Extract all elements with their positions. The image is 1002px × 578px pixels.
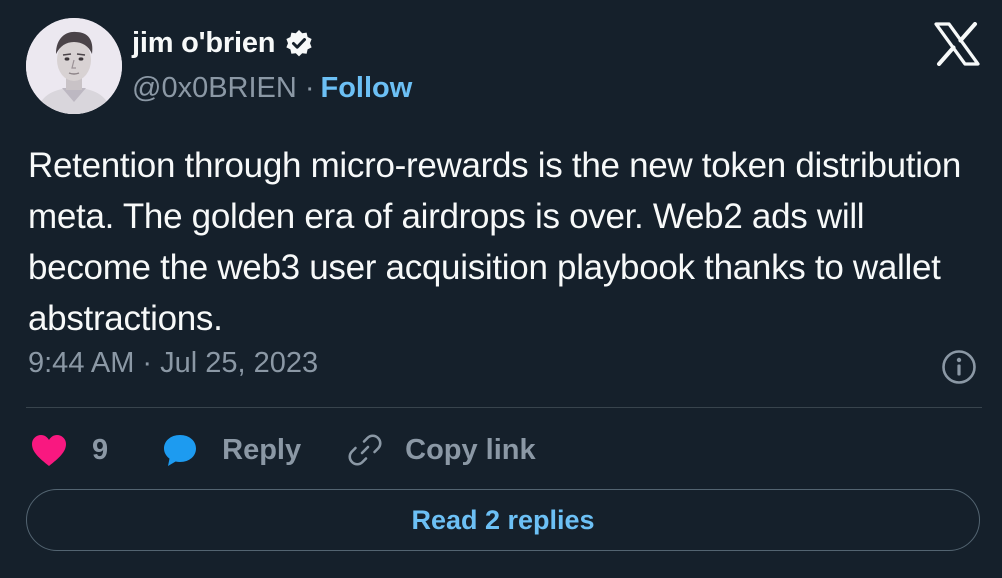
avatar[interactable] [26, 18, 122, 114]
tweet-card: jim o'brien @0x0BRIEN · Follow Retention… [0, 0, 1002, 578]
x-logo-icon[interactable] [934, 22, 980, 66]
verified-badge-icon [283, 28, 315, 60]
read-replies-label: Read 2 replies [411, 504, 595, 535]
heart-icon [32, 435, 66, 466]
tweet-text: Retention through micro-rewards is the n… [28, 146, 962, 338]
timestamp-separator: · [142, 347, 153, 379]
author-name-row: jim o'brien [132, 27, 315, 60]
tweet-actions: 9 Reply Copy link [30, 428, 536, 472]
link-icon [348, 434, 382, 466]
copy-link-button[interactable]: Copy link [347, 432, 536, 468]
like-button[interactable]: 9 [30, 433, 108, 467]
copy-link-label: Copy link [405, 433, 536, 466]
tweet-timestamp[interactable]: 9:44 AM · Jul 25, 2023 [28, 347, 318, 380]
info-icon[interactable] [941, 349, 977, 385]
tweet-date: Jul 25, 2023 [160, 347, 319, 379]
follow-button[interactable]: Follow [321, 72, 413, 105]
divider [26, 407, 982, 408]
like-count: 9 [92, 433, 109, 466]
author-display-name[interactable]: jim o'brien [132, 27, 275, 60]
author-handle[interactable]: @0x0BRIEN [132, 72, 297, 105]
tweet-time: 9:44 AM [28, 347, 135, 379]
avatar-image [26, 18, 122, 114]
handle-separator: · [304, 72, 315, 104]
author-handle-row: @0x0BRIEN · Follow [132, 72, 412, 105]
speech-bubble-icon [164, 435, 197, 466]
reply-label: Reply [222, 433, 302, 466]
reply-button[interactable]: Reply [162, 433, 301, 467]
read-replies-button[interactable]: Read 2 replies [26, 489, 980, 551]
